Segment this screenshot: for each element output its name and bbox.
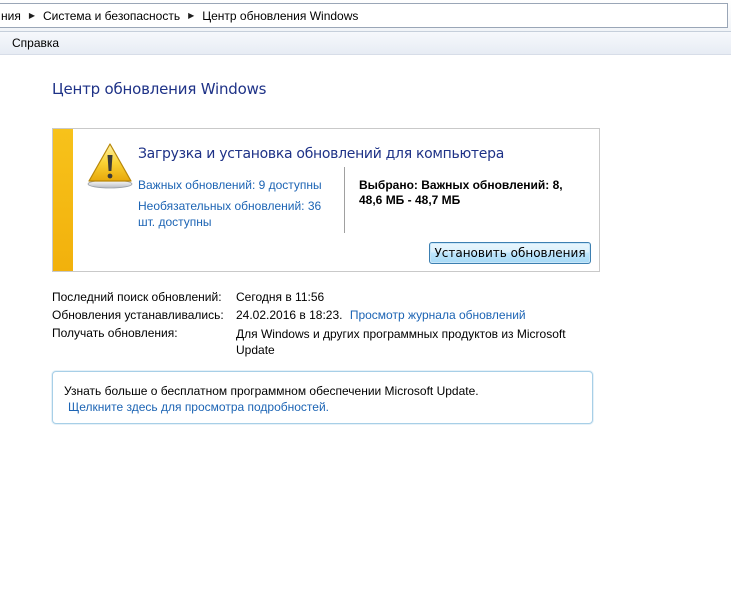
breadcrumb-item-control-panel[interactable]: ния [0, 9, 25, 23]
installed-date: 24.02.2016 в 18:23. [236, 308, 343, 322]
chevron-right-icon[interactable]: ▶ [25, 11, 39, 20]
address-bar: ния ▶ Система и безопасность ▶ Центр обн… [0, 0, 731, 32]
warning-icon [86, 141, 134, 189]
warning-stripe [53, 129, 73, 271]
last-search-label: Последний поиск обновлений: [52, 290, 222, 304]
optional-updates-link[interactable]: Необязательных обновлений: 36 шт. доступ… [138, 198, 333, 230]
important-updates-link[interactable]: Важных обновлений: 9 доступны [138, 178, 322, 192]
microsoft-update-details-link[interactable]: Щелкните здесь для просмотра подробносте… [68, 400, 329, 414]
breadcrumb: ния ▶ Система и безопасность ▶ Центр обн… [0, 3, 728, 28]
page-title: Центр обновления Windows [52, 80, 267, 98]
update-panel: Загрузка и установка обновлений для комп… [52, 128, 600, 272]
update-history-link[interactable]: Просмотр журнала обновлений [350, 308, 526, 322]
microsoft-update-text: Узнать больше о бесплатном программном о… [64, 384, 479, 398]
chevron-right-icon[interactable]: ▶ [184, 11, 198, 20]
last-search-value: Сегодня в 11:56 [236, 290, 325, 304]
breadcrumb-item-system-security[interactable]: Система и безопасность [39, 9, 184, 23]
install-updates-button[interactable]: Установить обновления [429, 242, 591, 264]
panel-divider [344, 167, 345, 233]
menu-bar: Справка [0, 32, 731, 55]
microsoft-update-box: Узнать больше о бесплатном программном о… [52, 371, 593, 424]
receive-value: Для Windows и других программных продукт… [236, 327, 566, 357]
installed-value: 24.02.2016 в 18:23. Просмотр журнала обн… [236, 308, 526, 322]
breadcrumb-item-windows-update[interactable]: Центр обновления Windows [198, 9, 362, 23]
selected-updates-summary: Выбрано: Важных обновлений: 8, 48,6 МБ -… [359, 178, 563, 207]
menu-item-help[interactable]: Справка [0, 36, 71, 50]
installed-label: Обновления устанавливались: [52, 308, 224, 322]
panel-heading: Загрузка и установка обновлений для комп… [138, 146, 504, 162]
receive-label: Получать обновления: [52, 326, 178, 340]
